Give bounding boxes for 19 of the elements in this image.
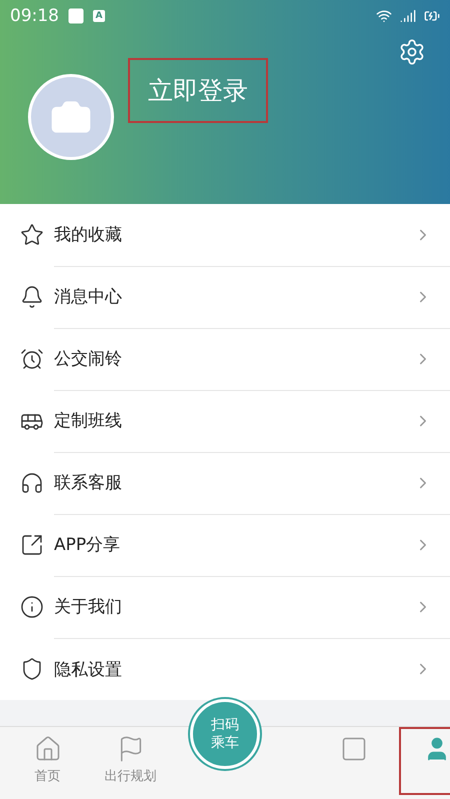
menu-label: APP分享 [54, 534, 122, 556]
menu-item[interactable]: 公交闹铃 [0, 328, 450, 390]
menu-item[interactable]: APP分享 [0, 514, 450, 576]
menu-label: 公交闹铃 [54, 348, 123, 370]
login-button[interactable]: 立即登录 [128, 58, 268, 123]
menu-item[interactable]: 联系客服 [0, 452, 450, 514]
menu-label: 关于我们 [54, 596, 123, 618]
status-time: 09:18 [10, 6, 59, 26]
menu-item[interactable]: 消息中心 [0, 266, 450, 328]
menu-label: 联系客服 [54, 472, 123, 494]
menu-item[interactable]: 定制班线 [0, 390, 450, 452]
menu-label: 隐私设置 [54, 658, 123, 680]
notification-badge: A [93, 10, 105, 22]
menu-label: 我的收藏 [54, 224, 123, 246]
menu-label: 消息中心 [54, 286, 123, 308]
menu-item[interactable]: 我的收藏 [0, 204, 450, 266]
menu-label: 定制班线 [54, 410, 123, 432]
menu-item[interactable]: 关于我们 [0, 576, 450, 638]
menu-item[interactable]: 隐私设置 [0, 638, 450, 700]
